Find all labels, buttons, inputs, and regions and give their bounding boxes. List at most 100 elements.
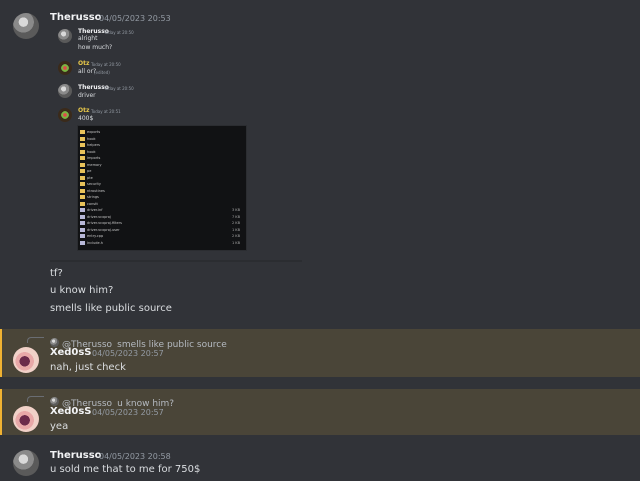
- avatar[interactable]: [13, 450, 39, 476]
- embedded-author: Otz: [78, 60, 90, 67]
- file-name: pte: [87, 175, 93, 180]
- message-author[interactable]: Xed0sS: [50, 406, 92, 417]
- folder-icon: [80, 136, 85, 141]
- reply-spine: [27, 396, 44, 402]
- folder-icon: [80, 201, 85, 206]
- avatar: [58, 61, 72, 75]
- avatar: [50, 397, 59, 406]
- folder-icon: [80, 143, 85, 147]
- file-name: hook: [87, 136, 96, 141]
- file-size: 2 KB: [231, 221, 240, 225]
- file-name: entry.cpp: [87, 234, 104, 238]
- message-timestamp: 04/05/2023 20:57: [92, 408, 164, 417]
- file-name: driver.vcxproj.filters: [87, 221, 122, 225]
- embedded-line: how much?: [78, 44, 113, 51]
- file-name: driver.vcxproj: [87, 214, 111, 219]
- avatar: [50, 338, 59, 347]
- attachment-divider: [50, 260, 302, 262]
- file-row[interactable]: exports: [80, 130, 240, 136]
- message-text: u know him?: [50, 285, 114, 296]
- file-size: 7 KB: [231, 214, 240, 219]
- file-row[interactable]: driver.vcxproj 7 KB: [80, 214, 240, 221]
- file-row[interactable]: strings: [80, 195, 240, 201]
- highlight-bar: [0, 389, 2, 435]
- message-timestamp: 04/05/2023 20:58: [99, 452, 171, 461]
- file-row[interactable]: pte: [80, 175, 240, 182]
- file-row[interactable]: imports: [80, 156, 240, 162]
- embedded-time: Today at 20:50: [91, 62, 121, 67]
- message-text: nah, just check: [50, 362, 126, 373]
- file-name: constt: [87, 201, 98, 206]
- file-row[interactable]: hook: [80, 136, 240, 143]
- folder-icon: [80, 169, 85, 173]
- file-name: helpers: [87, 143, 100, 147]
- embedded-line: driver: [78, 92, 96, 99]
- file-icon: [80, 214, 85, 219]
- message-author[interactable]: Therusso: [50, 450, 102, 461]
- file-row[interactable]: driver.inf 3 KB: [80, 208, 240, 214]
- avatar[interactable]: [13, 406, 39, 432]
- embedded-author: Otz: [78, 107, 90, 114]
- file-icon: [80, 234, 85, 238]
- message-author[interactable]: Therusso: [50, 12, 102, 23]
- avatar: [58, 84, 72, 98]
- file-icon: [80, 227, 85, 232]
- avatar: [58, 108, 72, 122]
- folder-icon: [80, 195, 85, 199]
- file-row[interactable]: driver.vcxproj.user 1 KB: [80, 227, 240, 234]
- embedded-line: 400$: [78, 115, 94, 122]
- file-name: include.h: [87, 240, 104, 245]
- file-name: ntroutines: [87, 188, 105, 193]
- embedded-line: alright: [78, 35, 98, 42]
- folder-icon: [80, 162, 85, 167]
- file-name: security: [87, 182, 101, 186]
- file-row[interactable]: entry.cpp 2 KB: [80, 234, 240, 240]
- folder-icon: [80, 156, 85, 160]
- file-row[interactable]: driver.vcxproj.filters 2 KB: [80, 221, 240, 227]
- file-size: 1 KB: [231, 227, 240, 232]
- file-explorer-screenshot[interactable]: exports hook helpers hook imports memory pe pte…: [77, 125, 247, 251]
- message-text: u sold me that to me for 750$: [50, 464, 201, 475]
- message-timestamp: 04/05/2023 20:53: [99, 14, 171, 23]
- file-size: 3 KB: [231, 208, 240, 212]
- avatar: [58, 29, 72, 43]
- message-author[interactable]: Xed0sS: [50, 347, 92, 358]
- folder-icon: [80, 149, 85, 154]
- file-name: driver.inf: [87, 208, 103, 212]
- file-name: driver.vcxproj.user: [87, 227, 120, 232]
- reply-spine: [27, 337, 44, 343]
- embedded-time: Today at 20:50: [104, 30, 134, 35]
- file-row[interactable]: helpers: [80, 143, 240, 149]
- file-name: memory: [87, 162, 102, 167]
- avatar[interactable]: [13, 347, 39, 373]
- folder-icon: [80, 175, 85, 180]
- file-name: hook: [87, 149, 96, 154]
- embedded-time: Today at 20:50: [104, 86, 134, 91]
- file-name: strings: [87, 195, 99, 199]
- highlight-bar: [0, 329, 2, 377]
- message-text: tf?: [50, 268, 63, 279]
- file-row[interactable]: hook: [80, 149, 240, 156]
- file-icon: [80, 208, 85, 212]
- file-row[interactable]: include.h 1 KB: [80, 240, 240, 247]
- folder-icon: [80, 182, 85, 186]
- file-row[interactable]: security: [80, 182, 240, 188]
- file-size: 1 KB: [231, 240, 240, 245]
- file-icon: [80, 240, 85, 245]
- file-name: pe: [87, 169, 92, 173]
- file-icon: [80, 221, 85, 225]
- folder-icon: [80, 130, 85, 134]
- file-size: 2 KB: [231, 234, 240, 238]
- file-row[interactable]: constt: [80, 201, 240, 208]
- avatar[interactable]: [13, 13, 39, 39]
- file-name: imports: [87, 156, 101, 160]
- file-row[interactable]: ntroutines: [80, 188, 240, 195]
- file-row[interactable]: pe: [80, 169, 240, 175]
- embedded-time: Today at 20:51: [91, 109, 121, 114]
- message-text: smells like public source: [50, 303, 172, 314]
- edited-label: (edited): [94, 70, 110, 75]
- file-row[interactable]: memory: [80, 162, 240, 169]
- message-timestamp: 04/05/2023 20:57: [92, 349, 164, 358]
- folder-icon: [80, 188, 85, 193]
- file-name: exports: [87, 130, 101, 134]
